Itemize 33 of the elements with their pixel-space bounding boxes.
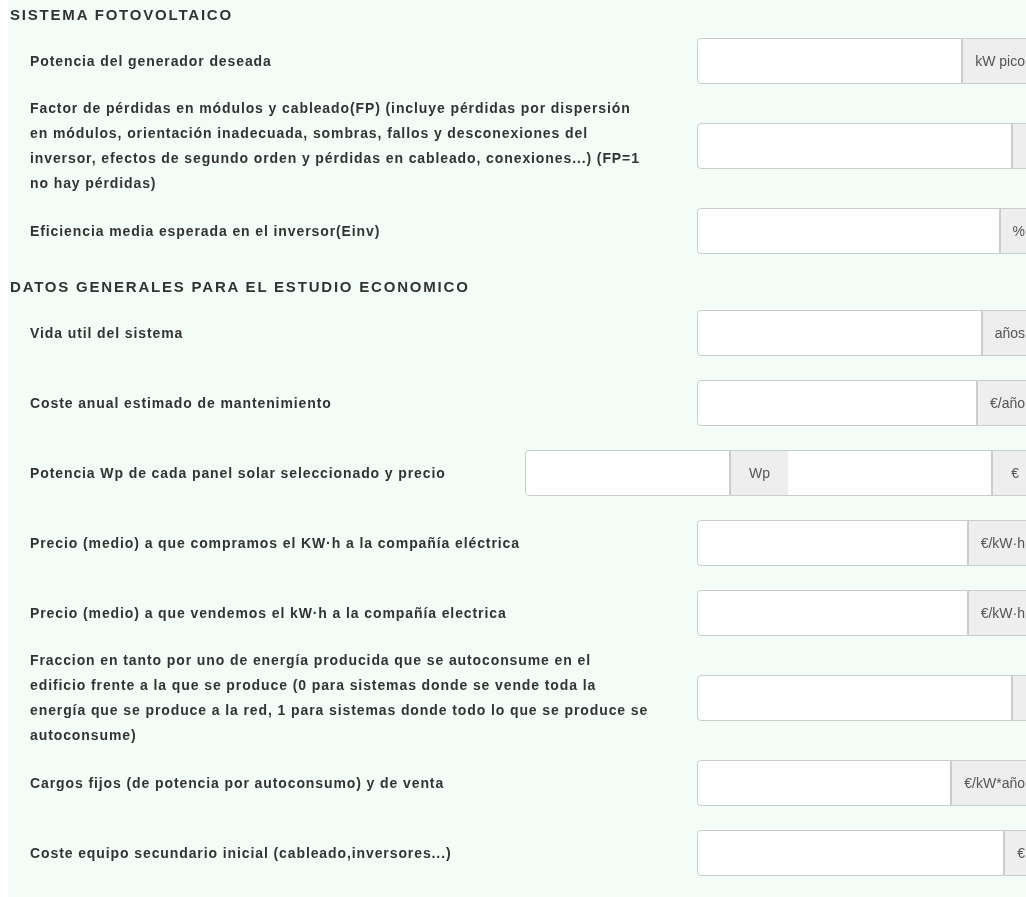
field-label: Fraccion en tanto por uno de energía producida que se autoconsume en el edificio frente a la que se produce (0 para sistemas donde se vende toda la energía que se produce a la red, 1 para sistemas donde todo lo que se produce se autoconsume) [29,651,650,745]
field-label: Eficiencia media esperada en el inversor(Einv) [29,221,382,241]
field-label: Coste anual estimado de mantenimiento [29,393,333,413]
field-label: Precio (medio) a que vendemos el kW·h a la compañía electrica [29,603,508,623]
input-field[interactable] [697,380,977,426]
input-field[interactable] [525,450,731,496]
input-field[interactable] [697,590,968,636]
unit-addon: €/año [976,380,1026,426]
field-label: Cargos fijos (de potencia por autoconsumo) y de venta [29,773,446,793]
unit-addon: €/kW·h [967,590,1026,636]
input-field[interactable] [697,830,1005,876]
unit-addon: €/kW·h [967,520,1026,566]
input-field[interactable] [697,208,1000,254]
unit-addon: €/kW*año [951,760,1026,806]
input-field[interactable] [697,520,968,566]
section-heading: DATOS GENERALES PARA EL ESTUDIO ECONOMICO [10,278,471,296]
field-label: Potencia del generador deseada [29,51,273,71]
input-field[interactable] [697,310,982,356]
field-label: Coste equipo secundario inicial (cableado,inversores...) [29,843,453,863]
input-field[interactable] [697,760,952,806]
field-label: Vida util del sistema [29,323,185,343]
unit-addon: € [1004,830,1026,876]
unit-addon: € [992,450,1026,496]
unit-addon: años [981,310,1026,356]
unit-addon: kW pico [962,38,1026,84]
field-label: Precio (medio) a que compramos el KW·h a la compañía eléctrica [29,533,521,553]
input-field[interactable] [697,123,1012,169]
field-label: Factor de pérdidas en módulos y cableado(FP) (incluye pérdidas por dispersión en módulos, orientación inadecuada, sombras, fallos y desconexiones del inversor, efectos de segundo orden y pérdidas en cableado, conexiones...) (FP=1 no hay pérdidas) [29,99,641,193]
unit-addon: % [999,208,1026,254]
input-field[interactable] [697,38,963,84]
section-heading: SISTEMA FOTOVOLTAICO [10,6,234,24]
field-label: Potencia Wp de cada panel solar seleccionado y precio [29,463,447,483]
input-field[interactable] [697,675,1012,721]
